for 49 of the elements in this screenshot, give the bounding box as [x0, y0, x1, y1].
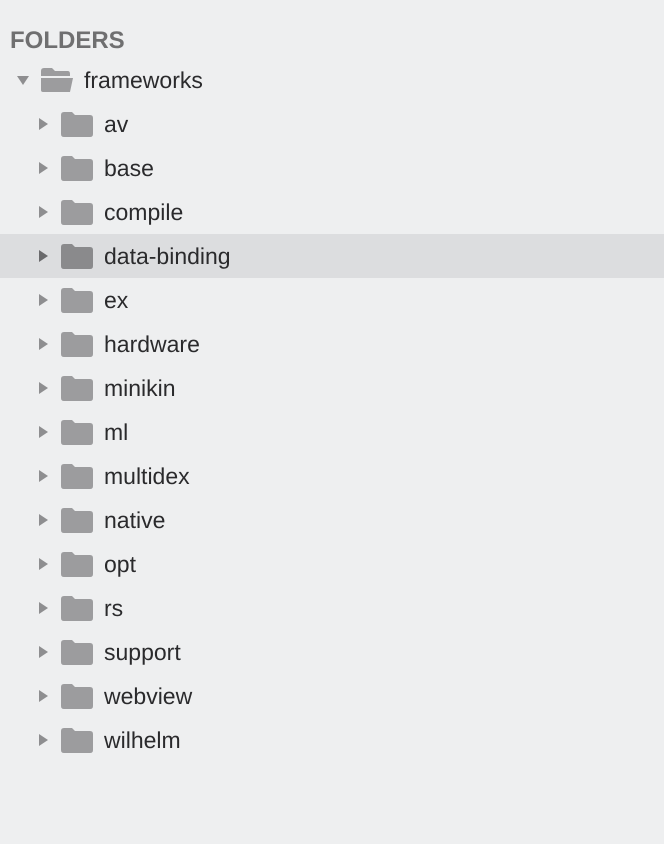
expand-arrow-icon[interactable]	[36, 337, 50, 351]
expand-arrow-icon[interactable]	[36, 469, 50, 483]
folder-icon	[60, 198, 94, 226]
tree-row[interactable]: data-binding	[0, 234, 664, 278]
folder-icon	[60, 506, 94, 534]
folder-icon	[60, 242, 94, 270]
open-folder-icon	[40, 66, 74, 94]
collapse-arrow-icon[interactable]	[16, 73, 30, 87]
tree-row[interactable]: webview	[0, 674, 664, 718]
expand-arrow-icon[interactable]	[36, 733, 50, 747]
tree-row[interactable]: support	[0, 630, 664, 674]
tree-row[interactable]: opt	[0, 542, 664, 586]
expand-arrow-icon[interactable]	[36, 117, 50, 131]
tree-row[interactable]: minikin	[0, 366, 664, 410]
folder-icon	[60, 682, 94, 710]
sidebar-heading: FOLDERS	[9, 26, 125, 56]
tree-row[interactable]: rs	[0, 586, 664, 630]
expand-arrow-icon[interactable]	[36, 205, 50, 219]
folder-icon	[60, 418, 94, 446]
expand-arrow-icon[interactable]	[36, 689, 50, 703]
folder-icon	[60, 550, 94, 578]
expand-arrow-icon[interactable]	[36, 557, 50, 571]
folder-icon	[60, 638, 94, 666]
folder-icon	[60, 330, 94, 358]
folder-icon	[60, 594, 94, 622]
folder-icon	[60, 374, 94, 402]
folder-icon	[60, 726, 94, 754]
folder-icon	[60, 462, 94, 490]
expand-arrow-icon[interactable]	[36, 161, 50, 175]
tree-row[interactable]: ml	[0, 410, 664, 454]
expand-arrow-icon[interactable]	[36, 601, 50, 615]
folder-icon	[60, 154, 94, 182]
tree-row[interactable]: multidex	[0, 454, 664, 498]
tree-row[interactable]: av	[0, 102, 664, 146]
tree-row[interactable]: frameworks	[0, 58, 664, 102]
expand-arrow-icon[interactable]	[36, 249, 50, 263]
expand-arrow-icon[interactable]	[36, 513, 50, 527]
tree-row[interactable]: compile	[0, 190, 664, 234]
tree-row[interactable]: hardware	[0, 322, 664, 366]
expand-arrow-icon[interactable]	[36, 425, 50, 439]
expand-arrow-icon[interactable]	[36, 293, 50, 307]
tree-row[interactable]: base	[0, 146, 664, 190]
tree-row[interactable]: ex	[0, 278, 664, 322]
folder-icon	[60, 110, 94, 138]
tree-row[interactable]: wilhelm	[0, 718, 664, 762]
expand-arrow-icon[interactable]	[36, 645, 50, 659]
tree-row[interactable]: native	[0, 498, 664, 542]
expand-arrow-icon[interactable]	[36, 381, 50, 395]
folder-icon	[60, 286, 94, 314]
